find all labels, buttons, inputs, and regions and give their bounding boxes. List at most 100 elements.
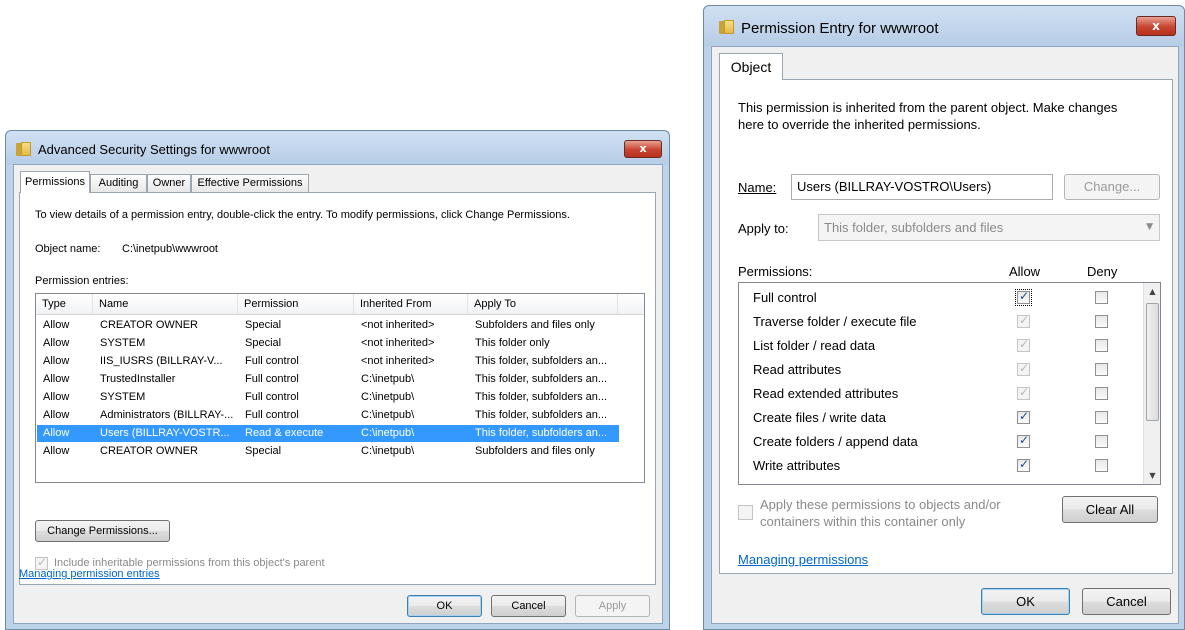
allow-checkbox[interactable]: ✓: [1017, 361, 1030, 376]
cell-name: IIS_IUSRS (BILLRAY-V...: [100, 355, 223, 367]
allow-checkbox[interactable]: ✓: [1017, 409, 1030, 424]
cell-inherited-from: C:\inetpub\: [361, 373, 415, 385]
instructions-text: To view details of a permission entry, d…: [35, 209, 570, 221]
cell-permission: Special: [245, 337, 282, 349]
scroll-down-icon[interactable]: ▼: [1144, 467, 1160, 484]
table-row[interactable]: Allow IIS_IUSRS (BILLRAY-V... Full control…: [37, 353, 619, 370]
object-tab-page: This permission is inherited from the pa…: [719, 79, 1173, 574]
object-name-value: C:\inetpub\wwwroot: [122, 243, 218, 255]
cell-apply-to: This folder, subfolders an...: [475, 373, 608, 385]
deny-checkbox[interactable]: [1095, 363, 1108, 376]
cell-inherited-from: C:\inetpub\: [361, 427, 415, 439]
cancel-button[interactable]: Cancel: [1082, 588, 1171, 615]
scroll-thumb[interactable]: [1146, 303, 1159, 421]
table-row[interactable]: Allow SYSTEM Full control C:\inetpub\ This f…: [37, 389, 619, 406]
cell-permission: Read & execute: [245, 427, 324, 439]
column-permission[interactable]: Permission: [238, 294, 354, 314]
dialog-client: Permissions Auditing Owner Effective Per…: [13, 164, 663, 624]
deny-checkbox[interactable]: [1095, 459, 1108, 472]
dialog-client: Object This permission is inherited from…: [711, 46, 1179, 624]
permission-name: Create files / write data: [753, 410, 886, 425]
table-row[interactable]: Allow Administrators (BILLRAY-... Full con…: [37, 407, 619, 424]
cell-name: CREATOR OWNER: [100, 445, 198, 457]
apply-these-label-line-1: Apply these permissions to objects and/o…: [760, 497, 1001, 512]
tab-auditing[interactable]: Auditing: [90, 174, 147, 193]
permission-name: Create folders / append data: [753, 434, 918, 449]
title-bar[interactable]: Permission Entry for wwwroot x: [704, 6, 1184, 46]
column-type[interactable]: Type: [36, 294, 93, 314]
tab-effective-permissions[interactable]: Effective Permissions: [191, 174, 309, 193]
check-mark-icon: ✓: [1019, 433, 1030, 447]
column-inherited-from[interactable]: Inherited From: [354, 294, 468, 314]
close-button[interactable]: x: [1136, 16, 1176, 36]
allow-checkbox[interactable]: ✓: [1017, 313, 1030, 328]
permissions-list[interactable]: Full control ✓ Traverse folder / execute f…: [738, 282, 1161, 485]
permission-name: Read extended attributes: [753, 386, 899, 401]
clear-all-button[interactable]: Clear All: [1062, 496, 1158, 523]
change-permissions-button[interactable]: Change Permissions...: [35, 520, 170, 542]
change-button[interactable]: Change...: [1064, 174, 1160, 200]
permission-row: Create folders / append data ✓: [739, 431, 1149, 455]
permission-entries-label: Permission entries:: [35, 275, 129, 287]
change-permissions-label: Change Permissions...: [47, 525, 158, 537]
cell-type: Allow: [43, 445, 70, 457]
dialog-title: Advanced Security Settings for wwwroot: [38, 142, 270, 157]
table-row[interactable]: Allow TrustedInstaller Full control C:\inet…: [37, 371, 619, 388]
table-row[interactable]: Allow SYSTEM Special <not inherited> This fo…: [37, 335, 619, 352]
cell-apply-to: Subfolders and files only: [475, 445, 595, 457]
managing-permission-entries-link[interactable]: Managing permission entries: [19, 568, 160, 580]
tab-owner[interactable]: Owner: [147, 174, 191, 193]
cell-apply-to: This folder, subfolders an...: [475, 355, 608, 367]
permission-row: Read attributes ✓: [739, 359, 1149, 383]
cell-type: Allow: [43, 373, 70, 385]
ok-button[interactable]: OK: [407, 595, 482, 617]
permission-entries-list[interactable]: Type Name Permission Inherited From Appl…: [35, 293, 645, 483]
title-bar[interactable]: Advanced Security Settings for wwwroot x: [6, 131, 669, 165]
cancel-button[interactable]: Cancel: [491, 595, 566, 617]
deny-checkbox[interactable]: [1095, 339, 1108, 352]
cell-permission: Special: [245, 319, 282, 331]
deny-checkbox[interactable]: [1095, 291, 1108, 304]
table-row[interactable]: Allow CREATOR OWNER Special C:\inetpub\ Subf…: [37, 443, 619, 460]
deny-header: Deny: [1087, 264, 1118, 279]
tab-permissions[interactable]: Permissions: [20, 171, 90, 193]
table-row[interactable]: Allow Users (BILLRAY-VOSTR... Read & execu…: [37, 425, 619, 442]
close-button[interactable]: x: [624, 140, 662, 158]
cell-apply-to: This folder only: [475, 337, 550, 349]
allow-checkbox[interactable]: ✓: [1015, 289, 1032, 306]
deny-checkbox[interactable]: [1095, 435, 1108, 448]
cell-name: Users (BILLRAY-VOSTR...: [100, 427, 230, 439]
allow-checkbox[interactable]: ✓: [1017, 457, 1030, 472]
chevron-down-icon: ▼: [1146, 222, 1153, 232]
deny-checkbox[interactable]: [1095, 315, 1108, 328]
deny-checkbox[interactable]: [1095, 387, 1108, 400]
apply-these-label-line-2: containers within this container only: [760, 514, 966, 529]
apply-these-checkbox[interactable]: [738, 505, 753, 520]
cell-permission: Full control: [245, 373, 299, 385]
scroll-up-icon[interactable]: ▲: [1144, 283, 1160, 300]
column-apply-to[interactable]: Apply To: [468, 294, 618, 314]
table-row[interactable]: Allow CREATOR OWNER Special <not inherited>…: [37, 317, 619, 334]
allow-checkbox[interactable]: ✓: [1017, 337, 1030, 352]
apply-to-dropdown[interactable]: This folder, subfolders and files ▼: [818, 214, 1160, 241]
list-header: Type Name Permission Inherited From Appl…: [36, 294, 644, 315]
column-name[interactable]: Name: [93, 294, 238, 314]
ok-button[interactable]: OK: [981, 588, 1070, 615]
name-field[interactable]: Users (BILLRAY-VOSTRO\Users): [791, 174, 1053, 200]
deny-checkbox[interactable]: [1095, 411, 1108, 424]
managing-permissions-link[interactable]: Managing permissions: [738, 552, 868, 567]
cell-type: Allow: [43, 319, 70, 331]
allow-checkbox[interactable]: ✓: [1017, 385, 1030, 400]
allow-checkbox[interactable]: ✓: [1017, 433, 1030, 448]
vertical-scrollbar[interactable]: ▲ ▼: [1143, 283, 1160, 484]
tab-object[interactable]: Object: [719, 53, 783, 80]
cell-name: SYSTEM: [100, 391, 146, 403]
permission-row: Full control ✓: [739, 287, 1149, 311]
apply-button[interactable]: Apply: [575, 595, 650, 617]
permission-name: Traverse folder / execute file: [753, 314, 917, 329]
check-mark-icon: ✓: [37, 555, 48, 569]
cell-inherited-from: C:\inetpub\: [361, 391, 415, 403]
cell-type: Allow: [43, 355, 70, 367]
cell-name: Administrators (BILLRAY-...: [100, 409, 234, 421]
cell-inherited-from: C:\inetpub\: [361, 445, 415, 457]
